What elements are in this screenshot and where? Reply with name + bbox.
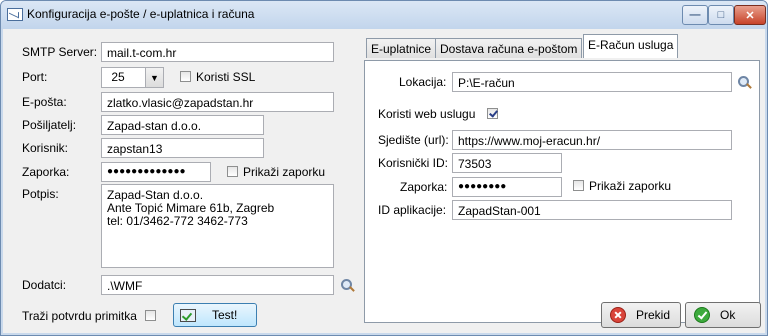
signature-textarea[interactable]: Zapad-Stan d.o.o. Ante Topić Mimare 61b,…: [101, 184, 334, 268]
port-value: 25: [111, 70, 125, 84]
ok-button-label: Ok: [720, 308, 736, 322]
user-label: Korisnik:: [22, 141, 69, 155]
receipt-label: Traži potvrdu primitka: [22, 309, 137, 323]
port-label: Port:: [22, 70, 48, 84]
dialog-body: SMTP Server: mail.t-com.hr Port: 25 ▼ Ko…: [3, 29, 765, 333]
chevron-down-icon[interactable]: ▼: [145, 68, 163, 87]
minimize-button[interactable]: —: [682, 5, 708, 25]
sender-label: Pošiljatelj:: [22, 118, 77, 132]
attachments-input[interactable]: .\WMF: [101, 275, 334, 295]
location-label: Lokacija:: [399, 75, 447, 89]
tab-dostava-racuna[interactable]: Dostava računa e-poštom: [435, 38, 583, 58]
tab-e-uplatnice[interactable]: E-uplatnice: [366, 38, 437, 58]
eracun-password-input[interactable]: ●●●●●●●●: [452, 177, 562, 197]
webservice-label: Koristi web uslugu: [378, 107, 476, 121]
appid-label: ID aplikacije:: [378, 203, 447, 217]
userid-input[interactable]: 73503: [452, 153, 562, 173]
password-label: Zaporka:: [22, 165, 70, 179]
password-input[interactable]: ●●●●●●●●●●●●●: [101, 162, 211, 182]
close-icon: [610, 307, 626, 323]
user-input[interactable]: zapstan13: [101, 138, 264, 158]
appid-input[interactable]: ZapadStan-001: [452, 200, 732, 220]
show-password-checkbox[interactable]: [227, 166, 238, 177]
eracun-show-password-label: Prikaži zaporku: [589, 179, 672, 193]
userid-label: Korisnički ID:: [378, 156, 449, 170]
maximize-button[interactable]: □: [708, 5, 734, 25]
smtp-label: SMTP Server:: [22, 45, 98, 59]
search-icon[interactable]: [341, 279, 355, 293]
config-window: Konfiguracija e-pošte / e-uplatnica i ra…: [0, 0, 768, 336]
webservice-checkbox[interactable]: [487, 108, 498, 119]
envelope-icon: [7, 8, 23, 21]
attachments-label: Dodatci:: [22, 278, 67, 292]
location-input[interactable]: P:\E-račun: [452, 72, 732, 92]
test-button[interactable]: Test!: [173, 303, 257, 327]
ok-button[interactable]: Ok: [685, 302, 761, 328]
window-title: Konfiguracija e-pošte / e-uplatnica i ra…: [27, 7, 255, 21]
eracun-show-password-checkbox[interactable]: [573, 180, 584, 191]
test-button-label: Test!: [212, 308, 238, 322]
receipt-checkbox[interactable]: [145, 310, 156, 321]
url-input[interactable]: https://www.moj-eracun.hr/: [452, 130, 732, 150]
signature-label: Potpis:: [22, 187, 59, 201]
email-input[interactable]: zlatko.vlasic@zapadstan.hr: [101, 92, 334, 112]
title-bar[interactable]: Konfiguracija e-pošte / e-uplatnica i ra…: [1, 1, 767, 29]
ssl-checkbox[interactable]: [180, 71, 191, 82]
cancel-button-label: Prekid: [636, 308, 671, 322]
tab-e-racun-usluga[interactable]: E-Račun usluga: [583, 34, 679, 58]
search-icon[interactable]: [738, 76, 752, 90]
show-password-label: Prikaži zaporku: [243, 165, 326, 179]
smtp-server-input[interactable]: mail.t-com.hr: [101, 42, 334, 62]
sender-input[interactable]: Zapad-stan d.o.o.: [101, 115, 264, 135]
cancel-button[interactable]: Prekid: [601, 302, 681, 328]
close-button[interactable]: ✕: [734, 5, 766, 25]
url-label: Sjedište (url):: [378, 133, 449, 147]
port-select[interactable]: 25 ▼: [101, 67, 164, 88]
email-label: E-pošta:: [22, 95, 67, 109]
check-icon: [694, 307, 710, 323]
eracun-password-label: Zaporka:: [400, 180, 448, 194]
ssl-label: Koristi SSL: [196, 70, 256, 84]
test-icon: [180, 308, 196, 322]
